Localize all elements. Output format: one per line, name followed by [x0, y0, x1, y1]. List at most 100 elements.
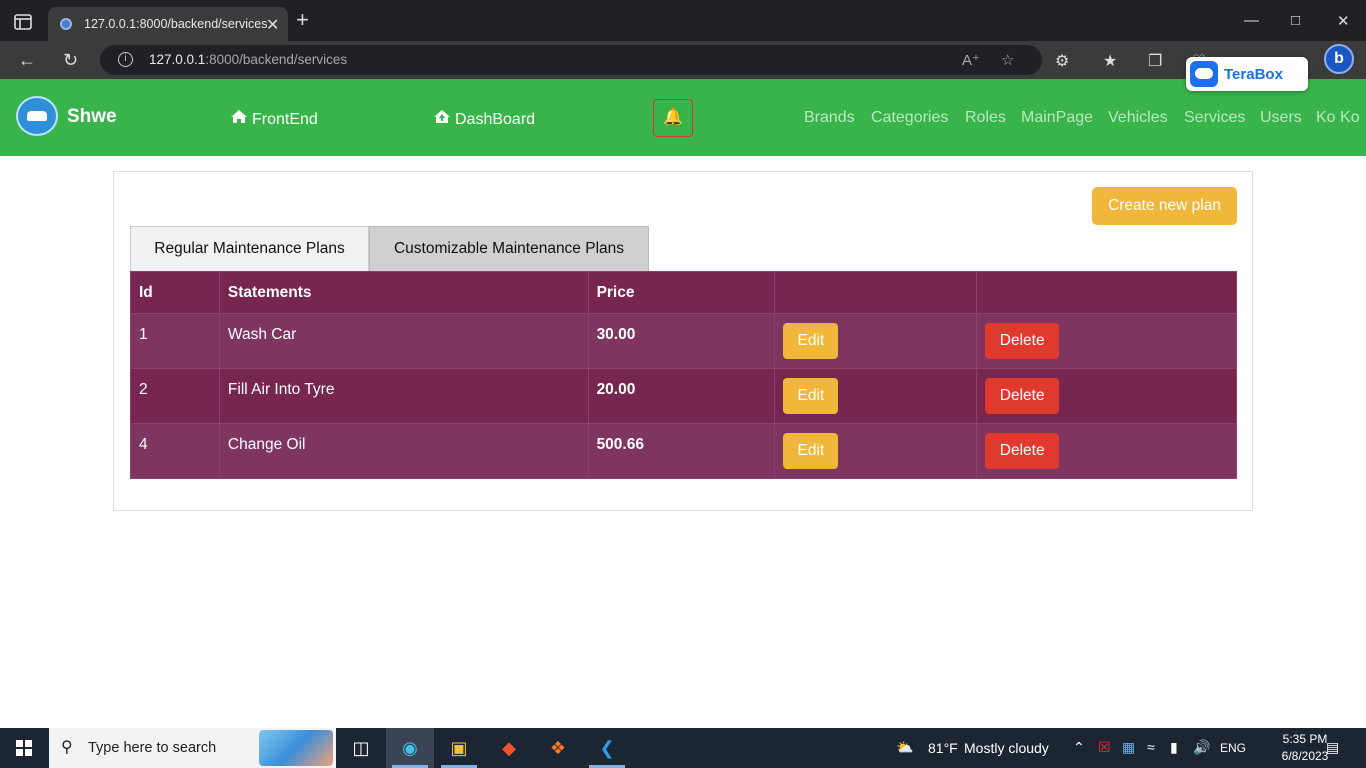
url-path: :8000/backend/services — [205, 52, 348, 67]
column-header-id: Id — [130, 271, 220, 314]
maximize-icon[interactable]: □ — [1291, 12, 1300, 29]
nav-users[interactable]: Users — [1260, 109, 1302, 127]
cell-delete: Delete — [976, 368, 1237, 424]
edit-button[interactable]: Edit — [783, 433, 839, 469]
windows-start-icon[interactable] — [16, 740, 32, 756]
services-card: Create new plan Regular Maintenance Plan… — [113, 171, 1253, 511]
terabox-extension-button[interactable]: TeraBox — [1186, 57, 1308, 91]
refresh-icon[interactable]: ↻ — [63, 50, 78, 71]
tab-customizable-maintenance[interactable]: Customizable Maintenance Plans — [369, 226, 649, 271]
cell-delete: Delete — [976, 313, 1237, 369]
nav-user-menu[interactable]: Ko Ko — [1316, 109, 1360, 127]
weather-icon[interactable]: ⛅ — [896, 739, 913, 756]
tab-actions-icon[interactable] — [14, 14, 32, 30]
git-icon[interactable]: ◆ — [494, 734, 524, 762]
back-icon[interactable]: ← — [18, 50, 36, 71]
close-window-icon[interactable]: ✕ — [1337, 12, 1350, 30]
app-navbar: Shwe FrontEnd DashBoard 🔔 Brands Categor… — [0, 79, 1366, 156]
tab-title: 127.0.0.1:8000/backend/services — [84, 17, 268, 31]
xampp-icon[interactable]: ❖ — [543, 734, 573, 762]
search-placeholder: Type here to search — [88, 740, 217, 756]
xampp-tray-icon[interactable]: ☒ — [1098, 739, 1111, 756]
cell-statement: Wash Car — [218, 313, 589, 369]
notification-button[interactable]: 🔔 — [653, 99, 693, 137]
search-icon: ⚲ — [61, 739, 73, 756]
vscode-icon[interactable]: ❮ — [592, 734, 622, 762]
task-view-icon[interactable]: ◫ — [346, 734, 376, 762]
column-header-price: Price — [587, 271, 776, 314]
search-highlight-image — [259, 730, 333, 766]
favorites-icon[interactable]: ★ — [1103, 51, 1117, 71]
nav-categories[interactable]: Categories — [871, 109, 948, 127]
cell-price: 20.00 — [587, 368, 776, 424]
browser-tab[interactable]: 127.0.0.1:8000/backend/services ✕ — [48, 7, 288, 41]
delete-button[interactable]: Delete — [985, 378, 1060, 414]
minimize-icon[interactable]: — — [1244, 12, 1259, 29]
services-table: Id Statements Price 1 Wash Car 30.00 Edi… — [130, 271, 1237, 479]
create-new-plan-button[interactable]: Create new plan — [1092, 187, 1237, 225]
column-header-delete — [976, 271, 1237, 314]
site-info-icon[interactable]: i — [118, 52, 133, 67]
wifi-icon[interactable]: ≈ — [1147, 739, 1155, 755]
nav-dashboard-link[interactable]: DashBoard — [433, 109, 535, 129]
bell-icon: 🔔 — [663, 109, 683, 126]
car-logo-icon[interactable] — [16, 96, 58, 136]
read-aloud-icon[interactable]: A⁺ — [962, 51, 980, 69]
cell-id: 2 — [130, 368, 220, 424]
file-explorer-icon[interactable]: ▣ — [444, 734, 474, 762]
nav-vehicles[interactable]: Vehicles — [1108, 109, 1168, 127]
close-tab-icon[interactable]: ✕ — [266, 15, 279, 35]
nav-roles[interactable]: Roles — [965, 109, 1006, 127]
url-host: 127.0.0.1 — [149, 52, 206, 67]
house-upload-icon — [434, 110, 450, 123]
address-bar-row: ← ↻ i 127.0.0.1:8000/backend/services A⁺… — [0, 41, 1366, 79]
cell-id: 4 — [130, 423, 220, 479]
cell-price: 30.00 — [587, 313, 776, 369]
cell-price: 500.66 — [587, 423, 776, 479]
favicon-icon — [60, 18, 72, 30]
terabox-label: TeraBox — [1224, 66, 1283, 83]
table-header-row: Id Statements Price — [130, 271, 1237, 314]
home-icon — [231, 110, 247, 123]
chevron-up-icon[interactable]: ⌃ — [1073, 739, 1085, 756]
battery-icon[interactable]: ▮ — [1170, 739, 1178, 756]
weather-condition[interactable]: Mostly cloudy — [964, 740, 1049, 756]
table-row: 4 Change Oil 500.66 Edit Delete — [130, 423, 1237, 479]
cell-edit: Edit — [774, 313, 978, 369]
edge-browser-icon[interactable]: ◉ — [395, 734, 425, 762]
column-header-edit — [774, 271, 978, 314]
collections-icon[interactable]: ❐ — [1148, 51, 1162, 71]
bing-chat-icon[interactable]: b — [1324, 44, 1354, 74]
notifications-icon[interactable]: ▤ — [1326, 739, 1339, 756]
new-tab-icon[interactable]: + — [296, 9, 309, 31]
cell-delete: Delete — [976, 423, 1237, 479]
weather-temperature[interactable]: 81°F — [928, 740, 958, 756]
nav-services[interactable]: Services — [1184, 109, 1245, 127]
cell-id: 1 — [130, 313, 220, 369]
extensions-icon[interactable]: ⚙ — [1055, 51, 1069, 71]
url-text: 127.0.0.1:8000/backend/services — [149, 52, 347, 67]
favorite-star-icon[interactable]: ☆ — [1001, 51, 1014, 69]
url-input[interactable]: i 127.0.0.1:8000/backend/services A⁺ ☆ — [100, 45, 1042, 75]
volume-icon[interactable]: 🔊 — [1193, 739, 1210, 756]
windows-taskbar: ⚲ Type here to search ◫ ◉ ▣ ◆ ❖ ❮ ⛅ 81°F… — [0, 728, 1366, 768]
language-indicator[interactable]: ENG — [1220, 741, 1246, 755]
delete-button[interactable]: Delete — [985, 323, 1060, 359]
cell-statement: Fill Air Into Tyre — [218, 368, 589, 424]
taskbar-search-input[interactable]: ⚲ Type here to search — [49, 728, 336, 768]
nav-frontend-label: FrontEnd — [252, 111, 318, 128]
edit-button[interactable]: Edit — [783, 378, 839, 414]
cell-edit: Edit — [774, 423, 978, 479]
delete-button[interactable]: Delete — [985, 433, 1060, 469]
table-row: 2 Fill Air Into Tyre 20.00 Edit Delete — [130, 368, 1237, 424]
nav-mainpage[interactable]: MainPage — [1021, 109, 1093, 127]
cell-edit: Edit — [774, 368, 978, 424]
nav-brands[interactable]: Brands — [804, 109, 855, 127]
network-tray-icon[interactable]: ▦ — [1122, 739, 1135, 756]
table-row: 1 Wash Car 30.00 Edit Delete — [130, 313, 1237, 369]
tab-regular-maintenance[interactable]: Regular Maintenance Plans — [130, 226, 369, 271]
edit-button[interactable]: Edit — [783, 323, 839, 359]
nav-frontend-link[interactable]: FrontEnd — [230, 109, 318, 129]
cloud-icon — [1190, 61, 1218, 87]
brand-name[interactable]: Shwe — [67, 106, 117, 128]
